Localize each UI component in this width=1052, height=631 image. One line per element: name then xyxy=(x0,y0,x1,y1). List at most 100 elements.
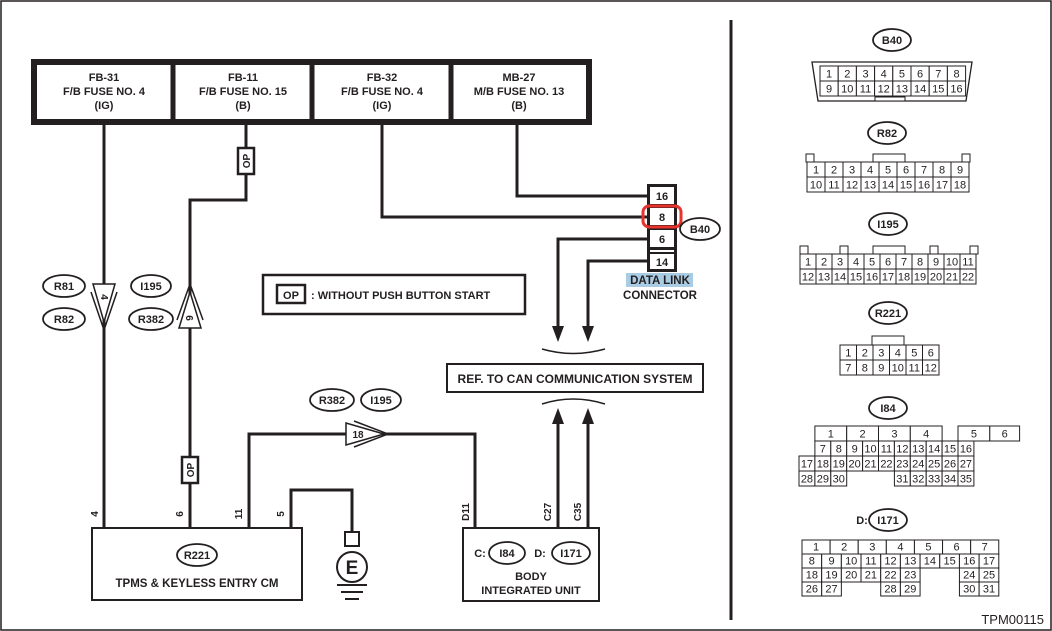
ref-oval-i195-view: I195 xyxy=(868,212,908,236)
body-integrated-unit: C: I84 D: I171 BODY INTEGRATED UNIT D11 … xyxy=(461,502,600,602)
ref-oval-r81: R81 xyxy=(42,274,86,298)
pin-number: 33 xyxy=(928,474,940,486)
svg-text:D11: D11 xyxy=(461,503,472,521)
ref-oval-i195-b: I195 xyxy=(360,388,402,412)
pin-number: 7 xyxy=(901,257,907,269)
ref-oval-i84-view: I84 xyxy=(868,396,908,420)
pin-number: 20 xyxy=(849,459,861,471)
bracket-top xyxy=(541,348,606,355)
pin-number: 18 xyxy=(898,272,910,284)
pin-number: 35 xyxy=(960,474,972,486)
pin-number: 7 xyxy=(935,69,941,81)
pin-number: 14 xyxy=(928,444,940,456)
svg-text:FB-31: FB-31 xyxy=(89,72,120,84)
pin-number: 16 xyxy=(866,272,878,284)
pin-number: 6 xyxy=(1002,429,1008,441)
svg-text:: WITHOUT PUSH BUTTON START: : WITHOUT PUSH BUTTON START xyxy=(311,290,491,302)
pin-number: 9 xyxy=(852,444,858,456)
pin-number: 16 xyxy=(918,180,930,192)
pin-number: 12 xyxy=(896,444,908,456)
svg-text:16: 16 xyxy=(656,191,668,203)
pin-number: 22 xyxy=(962,272,974,284)
svg-text:R81: R81 xyxy=(54,281,74,293)
pin-number: 18 xyxy=(954,180,966,192)
svg-text:FB-11: FB-11 xyxy=(228,72,258,84)
pin-number: 11 xyxy=(962,257,973,269)
pin-number: 8 xyxy=(953,69,959,81)
arrow-down-icon xyxy=(552,326,564,342)
pin-number: 2 xyxy=(831,165,837,177)
pin-number: 12 xyxy=(802,272,814,284)
pin-number: 7 xyxy=(845,363,851,375)
svg-text:14: 14 xyxy=(656,257,669,269)
pin-number: 5 xyxy=(971,429,977,441)
data-link-label: DATA LINK xyxy=(630,275,691,287)
pin-number: 1 xyxy=(845,348,851,360)
pin-number: 11 xyxy=(828,180,839,192)
ref-oval-i171-view: D: I171 xyxy=(856,508,908,532)
pin-number: 12 xyxy=(884,556,896,568)
svg-text:I171: I171 xyxy=(877,515,898,527)
pin-number: 11 xyxy=(909,363,920,375)
svg-text:6: 6 xyxy=(659,234,665,246)
pin-number: 4 xyxy=(923,429,929,441)
svg-text:I84: I84 xyxy=(499,548,515,560)
pin-number: 9 xyxy=(878,363,884,375)
pin-number: 17 xyxy=(936,180,948,192)
wire-fb32 xyxy=(380,122,648,219)
pin-number: 13 xyxy=(904,556,916,568)
svg-text:I171: I171 xyxy=(560,548,581,560)
pin-number: 34 xyxy=(944,474,956,486)
pin-number: 9 xyxy=(828,556,834,568)
pin-number: 2 xyxy=(841,542,847,554)
pin-number: 22 xyxy=(880,459,892,471)
inline-connector-18: 18 xyxy=(345,420,391,448)
svg-text:(B): (B) xyxy=(235,100,251,112)
ref-oval-r221-view: R221 xyxy=(868,301,908,325)
pin-number: 4 xyxy=(881,69,887,81)
pin-number: 2 xyxy=(844,69,850,81)
pin-number: 5 xyxy=(869,257,875,269)
connector-i171: 1 2 3 4 5 6 78 9 10 11 12 13 14 15 16 1718 19 20 21 22 23 24 2… xyxy=(801,539,1000,597)
ref-oval-b40-view: B40 xyxy=(872,28,912,52)
pin-number: 15 xyxy=(944,444,956,456)
pin-number: 25 xyxy=(983,570,995,582)
svg-text:OP: OP xyxy=(186,462,197,477)
legend-box: OP : WITHOUT PUSH BUTTON START xyxy=(261,273,527,316)
pin-number: 13 xyxy=(864,180,876,192)
arrow-up-icon xyxy=(582,408,594,424)
pin-number: 16 xyxy=(963,556,975,568)
pin-number: 20 xyxy=(845,570,857,582)
svg-text:FB-32: FB-32 xyxy=(367,72,398,84)
svg-text:18: 18 xyxy=(352,430,364,441)
pin-number: 13 xyxy=(818,272,830,284)
pin-number: 31 xyxy=(983,584,995,596)
connector-r221: 1 2 3 4 5 67 8 9 10 11 12 xyxy=(839,335,940,376)
pin-number: 19 xyxy=(825,570,837,582)
pin-number: 8 xyxy=(862,363,868,375)
svg-text:REF. TO CAN COMMUNICATION SYST: REF. TO CAN COMMUNICATION SYSTEM xyxy=(458,372,693,386)
pin-number: 26 xyxy=(944,459,956,471)
pin-number: 28 xyxy=(801,474,813,486)
svg-text:E: E xyxy=(346,558,359,579)
ref-oval-b40: B40 xyxy=(679,217,721,241)
pin-number: 10 xyxy=(946,257,958,269)
pin-number: 1 xyxy=(828,429,834,441)
pin-number: 32 xyxy=(912,474,924,486)
inline-connector-4: 4 xyxy=(90,283,118,333)
svg-text:TPMS & KEYLESS ENTRY CM: TPMS & KEYLESS ENTRY CM xyxy=(116,578,279,590)
pin-number: 24 xyxy=(963,570,975,582)
svg-text:INTEGRATED UNIT: INTEGRATED UNIT xyxy=(481,585,581,597)
svg-text:6: 6 xyxy=(183,315,194,321)
pin-number: 6 xyxy=(954,542,960,554)
svg-text:B40: B40 xyxy=(690,224,710,236)
svg-text:OP: OP xyxy=(242,153,253,168)
pin-number: 11 xyxy=(860,84,871,96)
svg-text:4: 4 xyxy=(98,294,109,300)
pin-number: 18 xyxy=(817,459,829,471)
pin-number: 9 xyxy=(957,165,963,177)
pin-number: 9 xyxy=(826,84,832,96)
pin-number: 22 xyxy=(884,570,896,582)
pin-number: 8 xyxy=(836,444,842,456)
pin-number: 21 xyxy=(865,570,877,582)
